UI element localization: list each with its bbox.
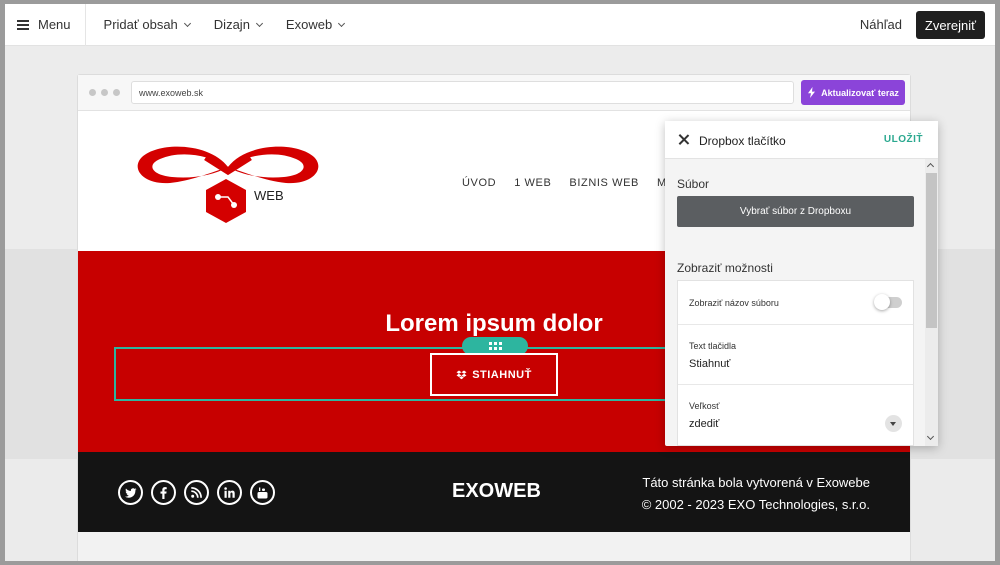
below-footer-area [78, 532, 910, 561]
browser-chrome: www.exoweb.sk Aktualizovať teraz [78, 75, 910, 111]
top-menu-exoweb[interactable]: Exoweb [285, 17, 346, 32]
dropdown-arrow-icon[interactable] [885, 415, 902, 432]
chevron-down-icon [338, 19, 346, 27]
size-select-value[interactable]: zdediť [689, 418, 719, 430]
close-icon[interactable] [677, 133, 691, 147]
dropbox-download-button[interactable]: STIAHNUŤ [430, 353, 558, 396]
top-bar: Menu Pridať obsah Dizajn Exoweb Náhľad Z… [5, 4, 995, 46]
rss-icon[interactable] [184, 480, 209, 505]
update-now-label: Aktualizovať teraz [821, 87, 899, 98]
hero-title-text: Lorem ipsum dolor [385, 310, 603, 337]
twitter-icon[interactable] [118, 480, 143, 505]
grip-icon [488, 342, 502, 350]
choose-dropbox-file-button[interactable]: Vybrať súbor z Dropboxu [677, 196, 914, 227]
save-button[interactable]: ULOŽIŤ [884, 134, 923, 145]
show-filename-row: Zobraziť názov súboru [678, 281, 913, 325]
scrollbar-thumb[interactable] [926, 173, 937, 328]
dropbox-button-settings-panel: Dropbox tlačítko ULOŽIŤ Súbor Vybrať súb… [665, 121, 938, 446]
window-dot [113, 89, 120, 96]
show-filename-toggle[interactable] [874, 294, 902, 310]
panel-header: Dropbox tlačítko ULOŽIŤ [665, 121, 938, 159]
download-label: STIAHNUŤ [472, 368, 532, 381]
top-menu-label: Exoweb [285, 17, 333, 32]
social-icons [118, 480, 283, 505]
publish-button[interactable]: Zverejniť [915, 11, 985, 39]
lightning-icon [808, 87, 816, 98]
top-menu-label: Pridať obsah [103, 17, 178, 32]
panel-title: Dropbox tlačítko [699, 134, 786, 148]
menu-label: Menu [38, 17, 71, 32]
top-menu: Pridať obsah Dizajn Exoweb [104, 17, 369, 32]
nav-item-business-web[interactable]: BIZNIS WEB [569, 177, 639, 189]
file-section-label: Súbor [677, 177, 710, 191]
site-nav: ÚVOD 1 WEB BIZNIS WEB MA [462, 177, 693, 189]
site-footer: EXOWEB Táto stránka bola vytvorená v Exo… [78, 452, 910, 532]
show-filename-label: Zobraziť názov súboru [689, 298, 779, 308]
size-label: Veľkosť [689, 401, 720, 411]
update-now-button[interactable]: Aktualizovať teraz [801, 80, 905, 105]
chevron-down-icon [183, 19, 191, 27]
display-options-card: Zobraziť názov súboru Text tlačidla Stia… [677, 280, 914, 446]
size-row[interactable]: Veľkosť zdediť [678, 385, 913, 447]
button-text-label: Text tlačidla [689, 341, 737, 351]
top-menu-add-content[interactable]: Pridať obsah [103, 17, 191, 32]
footer-line-2: © 2002 - 2023 EXO Technologies, s.r.o. [641, 497, 870, 512]
nav-item-1web[interactable]: 1 WEB [514, 177, 551, 189]
button-text-input[interactable]: Stiahnuť [689, 358, 730, 370]
footer-line-1: Táto stránka bola vytvorená v Exowebe [642, 475, 870, 490]
button-text-row[interactable]: Text tlačidla Stiahnuť [678, 325, 913, 385]
display-options-label: Zobraziť možnosti [677, 261, 773, 275]
footer-text: Táto stránka bola vytvorená v Exowebe © … [642, 472, 870, 516]
logo-text: WEB [254, 188, 284, 203]
toggle-knob [874, 294, 890, 310]
menu-button[interactable]: Menu [5, 4, 86, 46]
exoweb-logo[interactable]: WEB [136, 145, 320, 227]
window-dot [89, 89, 96, 96]
linkedin-icon[interactable] [217, 480, 242, 505]
window-dot [101, 89, 108, 96]
footer-brand: EXOWEB [452, 480, 541, 502]
youtube-icon[interactable] [250, 480, 275, 505]
preview-link[interactable]: Náhľad [860, 17, 902, 32]
top-menu-design[interactable]: Dizajn [213, 17, 263, 32]
app-window: Menu Pridať obsah Dizajn Exoweb Náhľad Z… [5, 4, 995, 561]
chevron-down-icon [255, 19, 263, 27]
dropbox-icon [456, 370, 467, 379]
hamburger-icon [17, 19, 29, 30]
url-bar[interactable]: www.exoweb.sk [131, 81, 794, 104]
nav-item-home[interactable]: ÚVOD [462, 177, 496, 189]
facebook-icon[interactable] [151, 480, 176, 505]
top-menu-label: Dizajn [213, 17, 250, 32]
